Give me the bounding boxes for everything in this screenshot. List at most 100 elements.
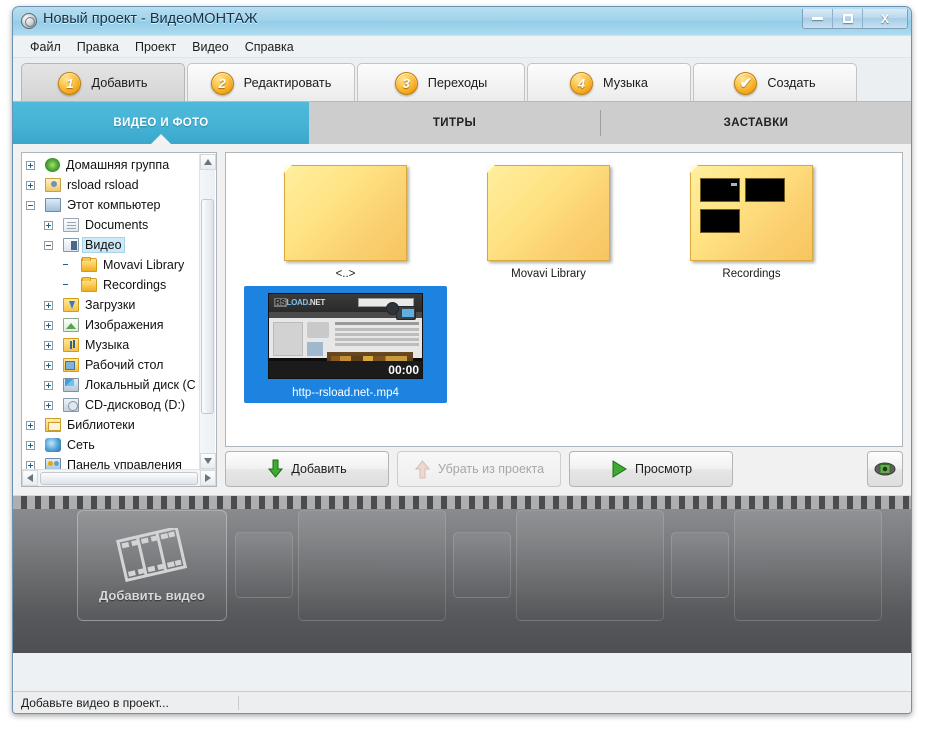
expand-icon[interactable] — [44, 380, 53, 390]
show-hide-preview-button[interactable] — [867, 451, 903, 487]
expand-icon[interactable] — [26, 180, 35, 190]
expand-icon[interactable] — [26, 460, 35, 469]
menu-item-edit[interactable]: Правка — [69, 38, 127, 56]
timeline-panel[interactable]: Добавить видео — [13, 495, 911, 653]
tree-item[interactable]: Панель управления — [22, 455, 199, 469]
expand-icon[interactable] — [44, 320, 53, 330]
add-video-label: Добавить видео — [99, 588, 205, 603]
tree-vertical-scrollbar[interactable] — [199, 154, 216, 469]
down-arrow-green-icon — [268, 459, 284, 478]
menu-item-help[interactable]: Справка — [237, 38, 302, 56]
timeline-slot[interactable] — [734, 510, 882, 621]
film-strip-icon — [116, 528, 188, 583]
media-browser-panel[interactable]: <..> Movavi Library Recordings RSLOAD.NE… — [225, 152, 903, 447]
expand-icon[interactable] — [26, 420, 35, 430]
user-folder-icon — [45, 178, 61, 192]
title-bar: Новый проект - ВидеоМОНТАЖ X — [13, 7, 911, 36]
status-bar: Добавьте видео в проект... — [13, 691, 911, 713]
tree-item[interactable]: CD-дисковод (D:) — [22, 395, 199, 415]
timeline-slot[interactable] — [671, 532, 729, 598]
video-duration: 00:00 — [388, 363, 419, 377]
hscroll-thumb[interactable] — [40, 471, 198, 485]
tree-item[interactable]: rsload rsload — [22, 175, 199, 195]
remove-from-project-button[interactable]: Убрать из проекта — [397, 451, 561, 487]
subtab-video-and-photo[interactable]: ВИДЕО И ФОТО — [13, 102, 309, 144]
expand-icon[interactable] — [26, 160, 35, 170]
timeline-slot[interactable] — [453, 532, 511, 598]
scroll-thumb[interactable] — [201, 199, 214, 414]
tree-item-label: Загрузки — [85, 298, 136, 312]
tab-transitions[interactable]: 3 Переходы — [357, 63, 525, 102]
tree-item-label: Movavi Library — [103, 258, 185, 272]
folder-tree-panel[interactable]: Домашняя группа rsload rsload Этот компьют… — [21, 152, 217, 487]
tab-add[interactable]: 1 Добавить — [21, 63, 185, 102]
collapse-icon[interactable] — [44, 240, 53, 250]
tree-item-label: Музыка — [85, 338, 130, 352]
minimize-icon — [812, 17, 823, 20]
tree-item[interactable]: Музыка — [22, 335, 199, 355]
menu-item-file[interactable]: Файл — [22, 38, 69, 56]
thumbnail-recordings[interactable]: Recordings — [650, 165, 853, 280]
downloads-icon — [63, 298, 79, 312]
timeline-slot[interactable] — [516, 510, 664, 621]
tree-item[interactable]: Recordings — [22, 275, 199, 295]
tree-item[interactable]: Библиотеки — [22, 415, 199, 435]
collapse-icon[interactable] — [26, 200, 35, 210]
minimize-button[interactable] — [803, 9, 833, 28]
tree-horizontal-scrollbar[interactable] — [22, 469, 216, 486]
tab-edit[interactable]: 2 Редактировать — [187, 63, 355, 102]
check-badge-icon: ✔ — [734, 71, 758, 95]
menu-item-project[interactable]: Проект — [127, 38, 184, 56]
tab-transitions-label: Переходы — [427, 76, 488, 90]
thumbnail-parent-folder[interactable]: <..> — [244, 165, 447, 280]
tab-music[interactable]: 4 Музыка — [527, 63, 691, 102]
tree-item-label: Recordings — [103, 278, 167, 292]
scroll-up-button[interactable] — [200, 154, 216, 170]
expand-icon[interactable] — [44, 340, 53, 350]
tree-item[interactable]: Домашняя группа — [22, 155, 199, 175]
add-video-placeholder[interactable]: Добавить видео — [77, 510, 227, 621]
add-button[interactable]: Добавить — [225, 451, 389, 487]
tab-music-label: Музыка — [603, 76, 648, 90]
tree-item[interactable]: Этот компьютер — [22, 195, 199, 215]
tree-item-label: Библиотеки — [67, 418, 135, 432]
preview-button[interactable]: Просмотр — [569, 451, 733, 487]
scroll-down-button[interactable] — [200, 453, 216, 469]
expand-icon[interactable] — [44, 300, 53, 310]
folder-tree[interactable]: Домашняя группа rsload rsload Этот компьют… — [22, 155, 199, 469]
tree-item[interactable]: Documents — [22, 215, 199, 235]
expand-icon[interactable] — [26, 440, 35, 450]
expand-icon[interactable] — [44, 400, 53, 410]
tree-item[interactable]: Movavi Library — [22, 255, 199, 275]
scroll-right-button[interactable] — [200, 470, 216, 486]
menu-item-video[interactable]: Видео — [184, 38, 237, 56]
tree-item-label: Рабочий стол — [85, 358, 164, 372]
app-disc-icon — [21, 13, 37, 29]
subtab-titles[interactable]: ТИТРЫ — [309, 102, 600, 144]
tab-create[interactable]: ✔ Создать — [693, 63, 857, 102]
step-badge-2: 2 — [210, 71, 234, 95]
video-thumbnail-preview: RSLOAD.NET 00:00 — [261, 286, 430, 386]
tree-item[interactable]: Рабочий стол — [22, 355, 199, 375]
timeline-slot[interactable] — [235, 532, 293, 598]
tree-item[interactable]: Загрузки — [22, 295, 199, 315]
play-triangle-green-icon — [612, 460, 627, 478]
tree-item[interactable]: Локальный диск (C — [22, 375, 199, 395]
maximize-button[interactable] — [833, 9, 863, 28]
local-disk-icon — [63, 378, 79, 392]
tree-item-label: CD-дисковод (D:) — [85, 398, 186, 412]
tree-item[interactable]: Сеть — [22, 435, 199, 455]
subtab-intros[interactable]: ЗАСТАВКИ — [601, 102, 911, 144]
close-button[interactable]: X — [863, 9, 907, 28]
scroll-left-button[interactable] — [22, 470, 38, 486]
thumbnail-movavi-library[interactable]: Movavi Library — [447, 165, 650, 280]
tree-item[interactable]: Видео — [22, 235, 199, 255]
tree-item[interactable]: Изображения — [22, 315, 199, 335]
expand-icon[interactable] — [44, 220, 53, 230]
thumbnail-video-file[interactable]: RSLOAD.NET 00:00 http--rsload.net-.mp4 — [244, 286, 447, 403]
timeline-slot[interactable] — [298, 510, 446, 621]
expand-icon[interactable] — [44, 360, 53, 370]
film-perforation-strip — [13, 496, 911, 509]
music-icon — [63, 338, 79, 352]
step-badge-3: 3 — [394, 71, 418, 95]
